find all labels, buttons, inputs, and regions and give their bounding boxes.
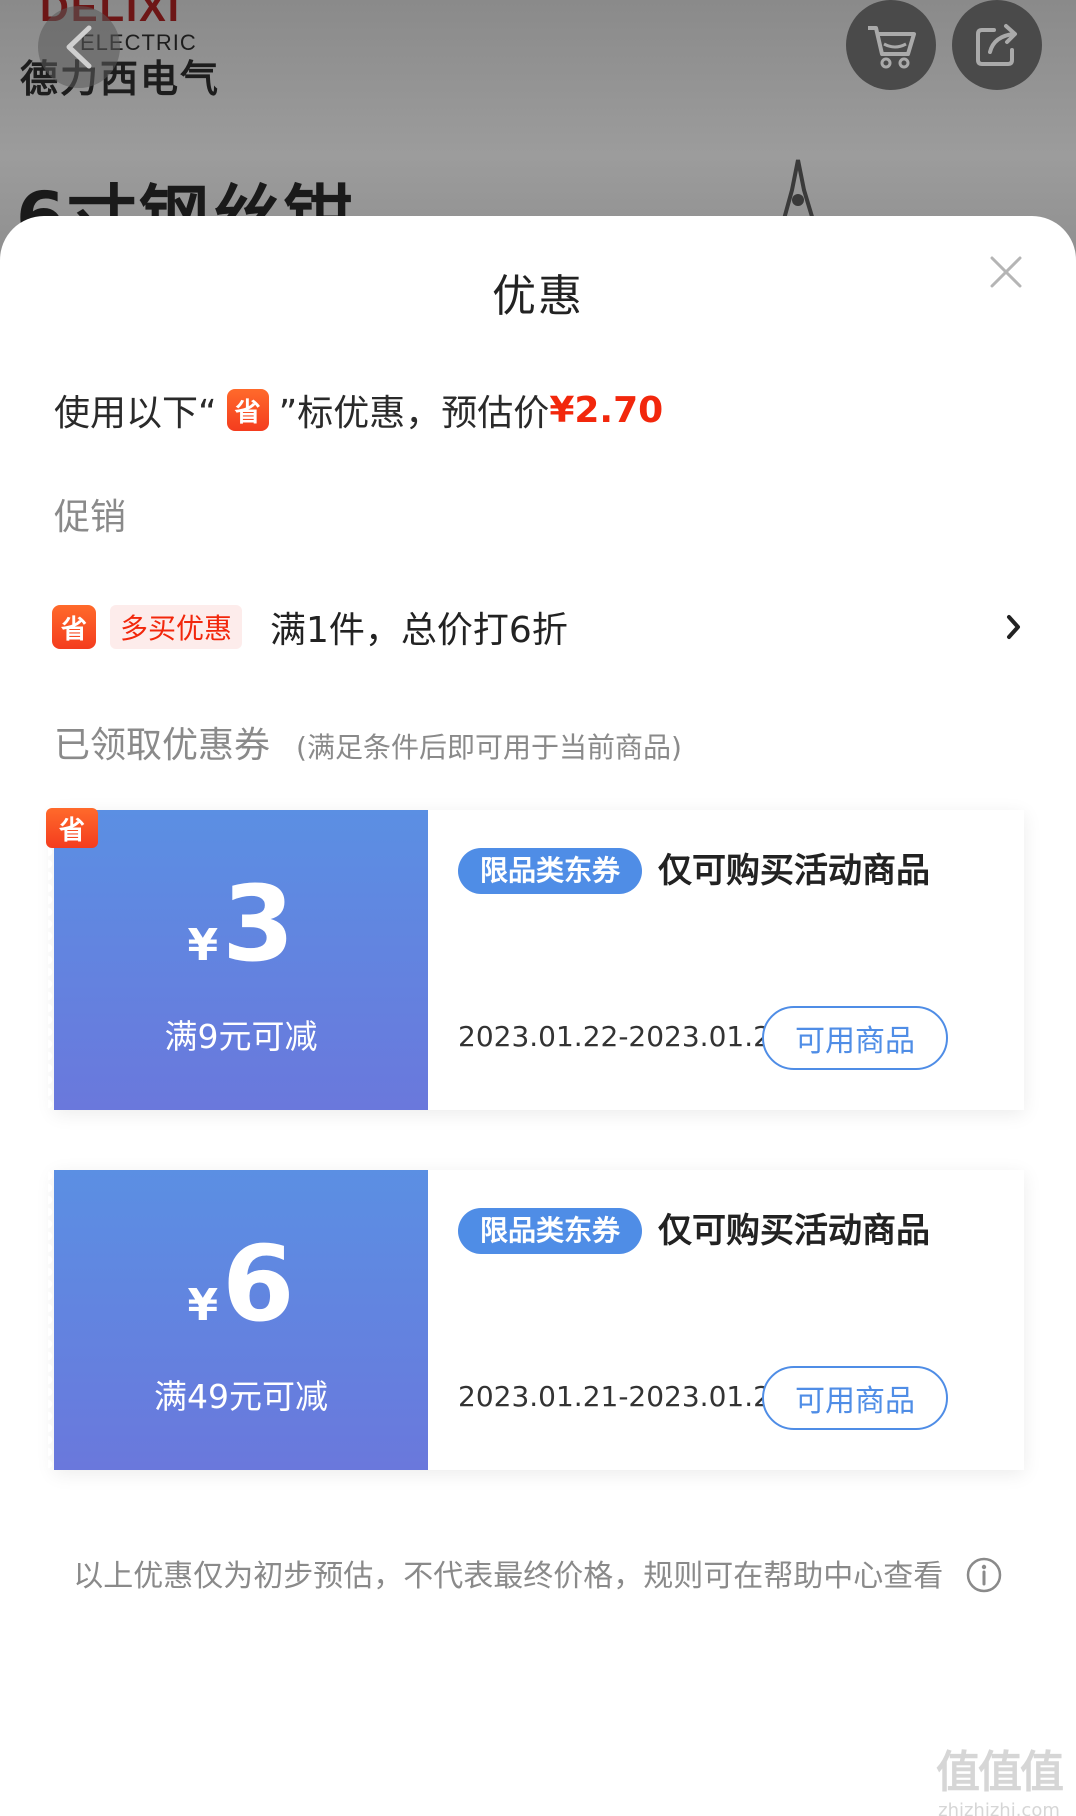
coupon-condition: 满49元可减 [154,1377,328,1416]
estimate-suffix: ”标优惠，预估价 [278,393,550,434]
coupon-desc-text: 仅可购买活动商品 [658,1211,931,1251]
coupon-value-panel: ¥ 6 满49元可减 [48,1170,428,1470]
close-icon[interactable] [986,252,1026,292]
coupon-date-range: 2023.01.22-2023.01.24 [458,1020,789,1053]
coupon-info-panel: 限品类东券 仅可购买活动商品 2023.01.21-2023.01.23 可用商品 [428,1170,1024,1470]
coupon-card: ¥ 3 满9元可减 省 限品类东券 仅可购买活动商品 2023.01.22-202… [46,808,1024,1110]
disclaimer-text: 以上优惠仅为初步预估，不代表最终价格，规则可在帮助中心查看 [73,1559,944,1594]
watermark-logo: 值值值 [936,1747,1064,1798]
coupon-amount: ¥ 3 [54,872,428,976]
available-products-button[interactable]: 可用商品 [762,1366,948,1430]
available-products-button[interactable]: 可用商品 [762,1006,948,1070]
cart-button[interactable] [846,0,936,90]
estimate-prefix: 使用以下“ [54,393,217,434]
back-button[interactable] [38,6,120,88]
promotions-sheet: 优惠 使用以下“ 省 ”标优惠，预估价 ¥2.70 促销 省 多买优惠 满1件，… [0,216,1076,1816]
estimate-price: ¥2.70 [549,389,664,431]
coupon-desc-text: 仅可购买活动商品 [658,851,931,891]
coupon-corner-badge: 省 [46,808,98,848]
promo-text: 满1件，总价打6折 [270,610,568,651]
promo-section-heading: 促销 [54,497,127,538]
watermark: 值值值 zhizhizhi.com [924,1736,1074,1816]
coupon-card: ¥ 6 满49元可减 限品类东券 仅可购买活动商品 2023.01.21-2023… [48,1170,1024,1470]
coupon-amount: ¥ 6 [54,1232,428,1336]
save-tag-icon: 省 [46,808,98,848]
coupon-value-panel: ¥ 3 满9元可减 [48,810,428,1110]
sheet-title: 优惠 [492,271,584,322]
promo-label: 多买优惠 [110,605,243,649]
currency-symbol: ¥ [187,1280,219,1331]
cart-icon [868,26,916,69]
coupon-section-title: 已领取优惠券 [54,725,271,766]
coupon-date-range: 2023.01.21-2023.01.23 [458,1380,789,1413]
coupon-amount-value: 3 [222,863,295,985]
info-icon[interactable] [965,1556,1003,1594]
coupon-type-badge: 限品类东券 [458,848,643,894]
chevron-right-icon [1007,615,1020,639]
coupon-description: 限品类东券 仅可购买活动商品 [458,846,938,896]
coupon-amount-value: 6 [222,1223,295,1345]
estimate-line: 使用以下“ 省 ”标优惠，预估价 ¥2.70 [54,384,663,436]
save-tag-icon: 省 [226,389,269,431]
chevron-left-icon [66,25,92,69]
disclaimer: 以上优惠仅为初步预估，不代表最终价格，规则可在帮助中心查看 [60,1556,1016,1597]
share-icon [976,24,1017,66]
coupon-description: 限品类东券 仅可购买活动商品 [458,1206,938,1256]
coupon-condition: 满9元可减 [164,1017,318,1056]
coupon-info-panel: 限品类东券 仅可购买活动商品 2023.01.22-2023.01.24 可用商品 [428,810,1024,1110]
watermark-url: zhizhizhi.com [938,1800,1060,1816]
coupon-section-heading: 已领取优惠券 (满足条件后即可用于当前商品) [54,716,682,768]
share-button[interactable] [952,0,1042,90]
save-tag-icon: 省 [52,605,96,649]
coupon-section-note: (满足条件后即可用于当前商品) [296,731,682,764]
promo-row-multi-buy[interactable]: 省 多买优惠 满1件，总价打6折 [52,592,1024,662]
coupon-type-badge: 限品类东券 [458,1208,643,1254]
currency-symbol: ¥ [187,920,219,971]
